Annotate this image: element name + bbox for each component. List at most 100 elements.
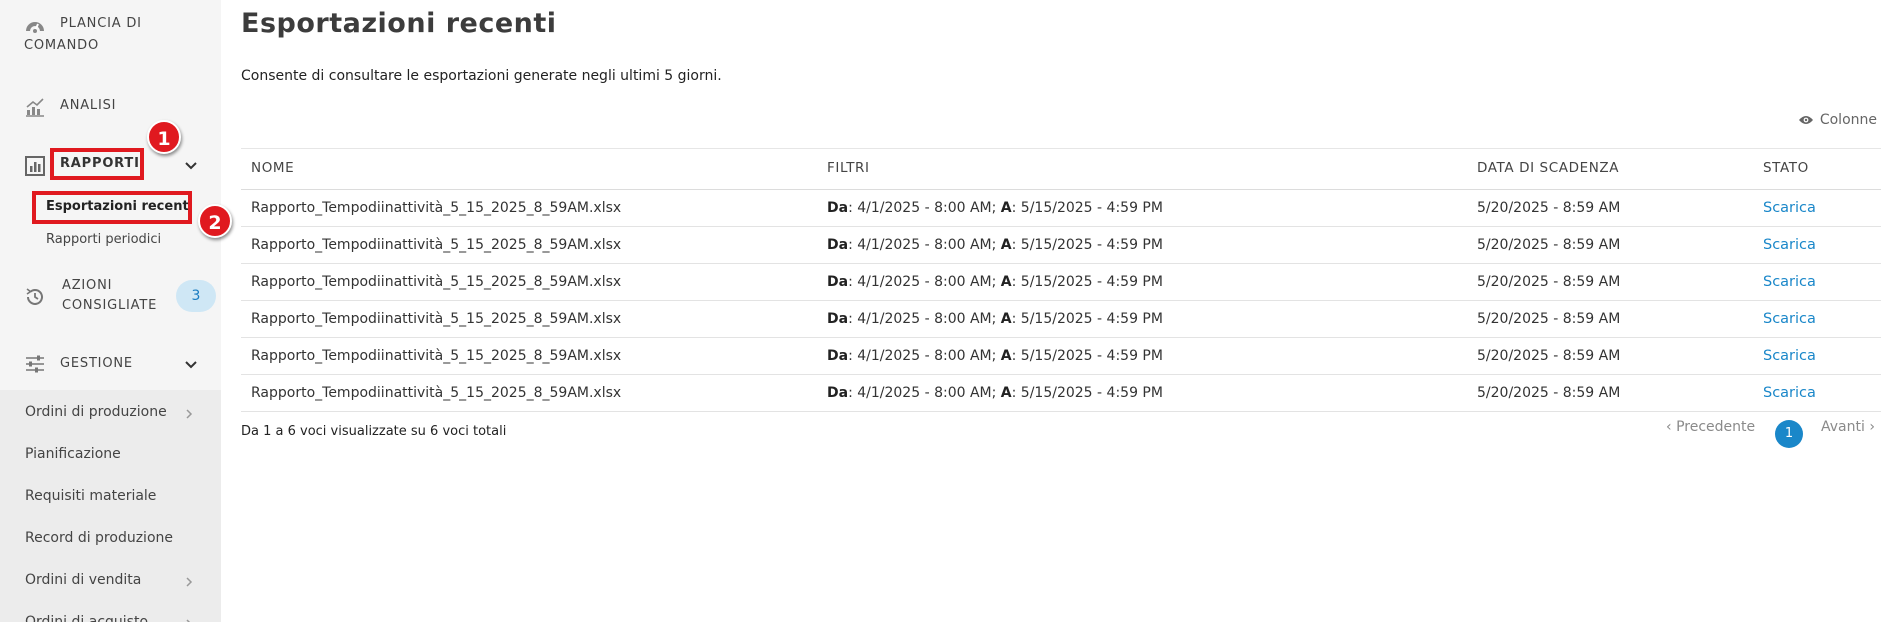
nav-analysis-label: ANALISI [60, 98, 117, 113]
sidebar-item-periodic-reports[interactable]: Rapporti periodici [46, 231, 161, 249]
filter-to-label: A [1000, 237, 1012, 253]
file-name: Rapporto_Tempodiinattività_5_15_2025_8_5… [251, 200, 622, 216]
filter-to-value: : 5/15/2025 - 4:59 PM [1011, 311, 1163, 327]
sidebar-item-sales-orders[interactable]: Ordini di vendita [25, 570, 141, 590]
filter-from-label: Da [827, 311, 849, 327]
filter-range: Da: 4/1/2025 - 8:00 AM; A: 5/15/2025 - 4… [827, 274, 1163, 290]
management-submenu: Ordini di produzione Pianificazione Requ… [0, 390, 221, 622]
filter-to-value: : 5/15/2025 - 4:59 PM [1011, 385, 1163, 401]
columns-button[interactable]: Colonne [1798, 112, 1877, 128]
columns-button-label: Colonne [1819, 112, 1877, 128]
prev-page-button[interactable]: ‹ Precedente [1666, 419, 1755, 435]
chevron-right-icon [183, 618, 195, 622]
chevron-right-icon [183, 576, 195, 588]
sidebar-item-production-records[interactable]: Record di produzione [25, 528, 173, 548]
chevron-right-icon [183, 408, 195, 420]
prev-page-label: Precedente [1676, 419, 1756, 435]
filter-from-label: Da [827, 385, 849, 401]
download-link[interactable]: Scarica [1763, 200, 1816, 216]
expiry-date: 5/20/2025 - 8:59 AM [1477, 274, 1621, 290]
reports-icon [24, 155, 46, 177]
highlight-box-reports [50, 148, 144, 180]
dashboard-icon [24, 16, 46, 38]
column-header-status[interactable]: STATO [1763, 160, 1809, 176]
nav-management[interactable]: GESTIONE [0, 352, 221, 378]
filter-to-value: : 5/15/2025 - 4:59 PM [1011, 237, 1163, 253]
filter-from-label: Da [827, 237, 849, 253]
expiry-date: 5/20/2025 - 8:59 AM [1477, 237, 1621, 253]
table-row: Rapporto_Tempodiinattività_5_15_2025_8_5… [241, 301, 1881, 338]
analysis-icon [24, 96, 46, 118]
nav-dashboard-label-1: PLANCIA DI [60, 16, 142, 31]
download-link[interactable]: Scarica [1763, 237, 1816, 253]
file-name: Rapporto_Tempodiinattività_5_15_2025_8_5… [251, 348, 622, 364]
nav-analysis[interactable]: ANALISI [0, 94, 221, 120]
table-row: Rapporto_Tempodiinattività_5_15_2025_8_5… [241, 227, 1881, 264]
next-page-label: Avanti [1821, 419, 1865, 435]
table-row: Rapporto_Tempodiinattività_5_15_2025_8_5… [241, 190, 1881, 227]
expiry-date: 5/20/2025 - 8:59 AM [1477, 385, 1621, 401]
file-name: Rapporto_Tempodiinattività_5_15_2025_8_5… [251, 311, 622, 327]
filter-from-value: : 4/1/2025 - 8:00 AM; [848, 348, 1001, 364]
expiry-date: 5/20/2025 - 8:59 AM [1477, 200, 1621, 216]
nav-dashboard-label-2: COMANDO [24, 38, 99, 53]
filter-range: Da: 4/1/2025 - 8:00 AM; A: 5/15/2025 - 4… [827, 200, 1163, 216]
table-row: Rapporto_Tempodiinattività_5_15_2025_8_5… [241, 375, 1881, 412]
sidebar-item-purchase-orders[interactable]: Ordini di acquisto [25, 612, 148, 622]
filter-to-label: A [1000, 385, 1012, 401]
filter-to-value: : 5/15/2025 - 4:59 PM [1011, 200, 1163, 216]
filter-range: Da: 4/1/2025 - 8:00 AM; A: 5/15/2025 - 4… [827, 385, 1163, 401]
filter-to-value: : 5/15/2025 - 4:59 PM [1011, 274, 1163, 290]
table-row: Rapporto_Tempodiinattività_5_15_2025_8_5… [241, 264, 1881, 301]
sliders-icon [24, 353, 46, 375]
filter-from-value: : 4/1/2025 - 8:00 AM; [848, 200, 1001, 216]
filter-from-label: Da [827, 200, 849, 216]
download-link[interactable]: Scarica [1763, 385, 1816, 401]
sidebar-item-production-orders[interactable]: Ordini di produzione [25, 402, 167, 422]
main-content: Esportazioni recenti Consente di consult… [221, 0, 1895, 622]
nav-actions-label-2: CONSIGLIATE [62, 298, 158, 313]
chevron-down-icon [184, 159, 198, 173]
table-row: Rapporto_Tempodiinattività_5_15_2025_8_5… [241, 338, 1881, 375]
filter-to-value: : 5/15/2025 - 4:59 PM [1011, 348, 1163, 364]
filter-from-value: : 4/1/2025 - 8:00 AM; [848, 237, 1001, 253]
filter-to-label: A [1000, 200, 1012, 216]
filter-to-label: A [1000, 274, 1012, 290]
filter-range: Da: 4/1/2025 - 8:00 AM; A: 5/15/2025 - 4… [827, 237, 1163, 253]
next-page-button[interactable]: Avanti › [1821, 419, 1875, 435]
expiry-date: 5/20/2025 - 8:59 AM [1477, 311, 1621, 327]
chevron-down-icon [184, 358, 198, 372]
filter-to-label: A [1000, 348, 1012, 364]
nav-actions-label-1: AZIONI [62, 278, 113, 293]
filter-from-label: Da [827, 274, 849, 290]
file-name: Rapporto_Tempodiinattività_5_15_2025_8_5… [251, 274, 622, 290]
download-link[interactable]: Scarica [1763, 311, 1816, 327]
nav-dashboard[interactable]: PLANCIA DI COMANDO [0, 12, 221, 60]
table-header: NOME FILTRI DATA DI SCADENZA STATO [241, 148, 1881, 190]
filter-range: Da: 4/1/2025 - 8:00 AM; A: 5/15/2025 - 4… [827, 311, 1163, 327]
filter-to-label: A [1000, 311, 1012, 327]
pagination-info: Da 1 a 6 voci visualizzate su 6 voci tot… [241, 424, 507, 439]
filter-from-value: : 4/1/2025 - 8:00 AM; [848, 274, 1001, 290]
expiry-date: 5/20/2025 - 8:59 AM [1477, 348, 1621, 364]
sidebar-item-planning[interactable]: Pianificazione [25, 444, 121, 464]
eye-icon [1798, 114, 1814, 126]
filter-range: Da: 4/1/2025 - 8:00 AM; A: 5/15/2025 - 4… [827, 348, 1163, 364]
filter-from-value: : 4/1/2025 - 8:00 AM; [848, 385, 1001, 401]
sidebar-item-material-requirements[interactable]: Requisiti materiale [25, 486, 156, 506]
highlight-box-recent-exports [32, 191, 192, 224]
nav-management-label: GESTIONE [60, 356, 133, 371]
page-number-current[interactable]: 1 [1775, 420, 1803, 448]
history-icon [24, 286, 46, 308]
file-name: Rapporto_Tempodiinattività_5_15_2025_8_5… [251, 237, 622, 253]
download-link[interactable]: Scarica [1763, 274, 1816, 290]
column-header-name[interactable]: NOME [251, 160, 294, 176]
file-name: Rapporto_Tempodiinattività_5_15_2025_8_5… [251, 385, 622, 401]
column-header-filters[interactable]: FILTRI [827, 160, 870, 176]
actions-count-badge: 3 [176, 280, 216, 312]
column-header-expiry[interactable]: DATA DI SCADENZA [1477, 160, 1619, 176]
page-subtitle: Consente di consultare le esportazioni g… [241, 68, 722, 84]
page-title: Esportazioni recenti [241, 8, 557, 39]
download-link[interactable]: Scarica [1763, 348, 1816, 364]
callout-badge-1: 1 [147, 120, 181, 154]
